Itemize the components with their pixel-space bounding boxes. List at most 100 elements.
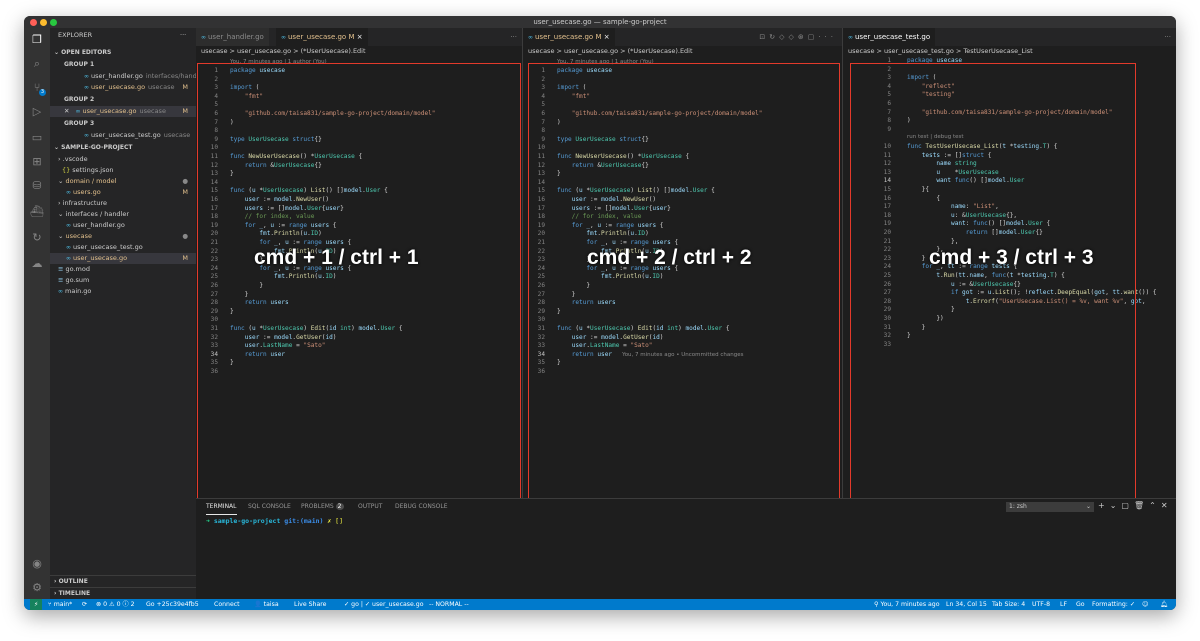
go-file-icon: ∞ [58, 288, 63, 295]
user-status[interactable]: 👤 taisa [254, 599, 279, 610]
go-file-icon: ∞ [281, 34, 286, 41]
highlight-box [197, 63, 521, 505]
tab-size[interactable]: Tab Size: 4 [992, 599, 1025, 610]
timeline-header[interactable]: › TIMELINE [50, 587, 196, 598]
open-editor-item[interactable]: ∞ user_usecase.go usecase M [50, 82, 196, 93]
open-editor-item-active[interactable]: ✕ ∞ user_usecase.go usecase M [50, 106, 196, 117]
go-file-icon: ∞ [84, 132, 89, 139]
close-window-button[interactable] [30, 19, 37, 26]
account-icon[interactable]: ◉ [28, 556, 46, 572]
breadcrumb[interactable]: usecase > user_usecase.go > (*UserUsecas… [196, 46, 522, 57]
file-check-status[interactable]: ✓ go | ✓ user_usecase.go [344, 599, 423, 610]
activity-bar: ❐ ⌕ ⑂ 3 ▷ ▭ ⊞ ⛁ ⛴ ↻ ☁ ◉ ⚙ [24, 28, 50, 599]
more-actions-icon[interactable]: ··· [180, 30, 192, 41]
tab-user-usecase-test[interactable]: ∞ user_usecase_test.go [843, 28, 936, 46]
commit-status[interactable]: Go +25c39e4fb5 [146, 599, 199, 610]
breadcrumb[interactable]: usecase > user_usecase_test.go > TestUse… [843, 46, 1176, 57]
tree-item[interactable]: › infrastructure [50, 198, 196, 209]
bell-icon[interactable]: 🔔︎ [1160, 599, 1168, 610]
tree-item[interactable]: ∞ users.go M [50, 187, 196, 198]
tree-item[interactable]: ∞ user_handler.go [50, 220, 196, 231]
feedback-icon[interactable]: ☺ [1142, 599, 1148, 610]
eol[interactable]: LF [1060, 599, 1067, 610]
remote-icon[interactable]: ⚡ [30, 599, 43, 610]
gear-icon[interactable]: ⚙ [28, 580, 46, 596]
go-file-icon: ∞ [66, 244, 71, 251]
close-icon[interactable]: × [357, 33, 363, 41]
mod-file-icon: ≡ [58, 265, 64, 273]
terminal-prompt[interactable]: ➜ sample-go-project git:(main) ✗ [] [206, 517, 343, 525]
status-bar: ⚡ ⑂ main* ⟳ ⊗ 0 ⚠ 0 ⓘ 2 Go +25c39e4fb5 C… [24, 599, 1176, 610]
close-icon[interactable]: ✕ [64, 107, 69, 115]
extensions-icon[interactable]: ⊞ [28, 154, 46, 170]
live-share-status[interactable]: Live Share [294, 599, 326, 610]
editor-actions[interactable]: ⊡↻◇◇⊛▢··· [754, 28, 842, 46]
go-file-icon: ∞ [75, 108, 81, 115]
source-control-icon[interactable]: ⑂ 3 [28, 80, 46, 96]
language-mode[interactable]: Go [1076, 599, 1085, 610]
database-icon[interactable]: ⛁ [28, 178, 46, 194]
explorer-icon[interactable]: ❐ [28, 32, 46, 48]
project-header[interactable]: ⌄ SAMPLE-GO-PROJECT [50, 142, 196, 153]
blame-status[interactable]: ⚲ You, 7 minutes ago [874, 599, 940, 610]
tree-item[interactable]: ⌄ usecase ● [50, 231, 196, 242]
cursor-position[interactable]: Ln 34, Col 15 [946, 599, 987, 610]
more-actions-icon[interactable]: ··· [1159, 28, 1176, 46]
connect-status[interactable]: Connect [214, 599, 240, 610]
open-editors-header[interactable]: ⌄ OPEN EDITORS [50, 47, 196, 58]
live-share-icon[interactable]: ↻ [28, 230, 46, 246]
go-file-icon: ∞ [848, 34, 853, 41]
remote-explorer-icon[interactable]: ▭ [28, 130, 46, 146]
go-file-icon: ∞ [84, 73, 89, 80]
tab-sql-console[interactable]: SQL CONSOLE [248, 499, 291, 515]
tab-user-usecase[interactable]: ∞ user_usecase.go M × [523, 28, 615, 46]
go-file-icon: ∞ [66, 222, 71, 229]
zoom-window-button[interactable] [50, 19, 57, 26]
explorer-title: EXPLORER [58, 31, 93, 39]
branch-status[interactable]: ⑂ main* [48, 599, 72, 610]
run-debug-icon[interactable]: ▷ [28, 104, 46, 120]
terminal-panel: TERMINAL SQL CONSOLE PROBLEMS 2 OUTPUT D… [196, 498, 1176, 599]
problems-status[interactable]: ⊗ 0 ⚠ 0 ⓘ 2 [96, 599, 135, 610]
tab-user-usecase[interactable]: ∞ user_usecase.go M × [276, 28, 368, 46]
sync-icon[interactable]: ⟳ [82, 599, 87, 610]
tree-item[interactable]: ∞ user_usecase_test.go [50, 242, 196, 253]
breadcrumb[interactable]: usecase > user_usecase.go > (*UserUsecas… [523, 46, 842, 57]
editor-group-1: ∞ user_handler.go ∞ user_usecase.go M × ··… [196, 28, 522, 505]
source-control-badge: 3 [39, 89, 46, 96]
tab-problems[interactable]: PROBLEMS 2 [301, 499, 344, 515]
git-graph-icon[interactable]: ☁ [28, 256, 46, 272]
tab-debug-console[interactable]: DEBUG CONSOLE [395, 499, 448, 515]
tab-output[interactable]: OUTPUT [358, 499, 382, 515]
tree-item[interactable]: ≡ go.mod [50, 264, 196, 275]
panel-actions[interactable]: +⌄▢🗑︎⌃✕ [1098, 501, 1173, 510]
tab-bar: ∞ user_handler.go ∞ user_usecase.go M × ··… [196, 28, 522, 46]
highlight-box [528, 63, 840, 505]
open-editor-item[interactable]: ∞ user_usecase_test.go usecase [50, 130, 196, 141]
tree-item[interactable]: ⌄ interfaces / handler [50, 209, 196, 220]
tree-item[interactable]: ⌄ domain / model ● [50, 176, 196, 187]
minimize-window-button[interactable] [40, 19, 47, 26]
tree-item[interactable]: ∞ main.go [50, 286, 196, 297]
outline-header[interactable]: › OUTLINE [50, 575, 196, 586]
tree-item[interactable]: ≡ go.sum [50, 275, 196, 286]
docker-icon[interactable]: ⛴ [28, 204, 46, 220]
group1-label: GROUP 1 [64, 61, 95, 68]
tab-user-handler[interactable]: ∞ user_handler.go [196, 28, 269, 46]
tab-terminal[interactable]: TERMINAL [206, 499, 237, 515]
tree-item-selected[interactable]: ∞ user_usecase.go M [50, 253, 196, 264]
close-icon[interactable]: × [604, 33, 610, 41]
encoding[interactable]: UTF-8 [1032, 599, 1050, 610]
search-icon[interactable]: ⌕ [28, 56, 46, 72]
shell-select[interactable]: 1: zsh ⌄ [1006, 502, 1094, 512]
editor-group-3: ∞ user_usecase_test.go ··· usecase > user… [842, 28, 1176, 505]
window-title: user_usecase.go — sample-go-project [533, 18, 667, 26]
editor-group-2: ∞ user_usecase.go M × ⊡↻◇◇⊛▢··· usecase >… [522, 28, 842, 505]
tree-item[interactable]: {} settings.json [50, 165, 196, 176]
problems-badge: 2 [335, 503, 344, 510]
tree-item[interactable]: › .vscode [50, 154, 196, 165]
group2-label: GROUP 2 [64, 96, 95, 103]
open-editor-item[interactable]: ∞user_handler.gointerfaces/handler [50, 71, 196, 82]
formatting-status[interactable]: Formatting: ✓ [1092, 599, 1135, 610]
more-actions-icon[interactable]: ··· [505, 28, 522, 46]
